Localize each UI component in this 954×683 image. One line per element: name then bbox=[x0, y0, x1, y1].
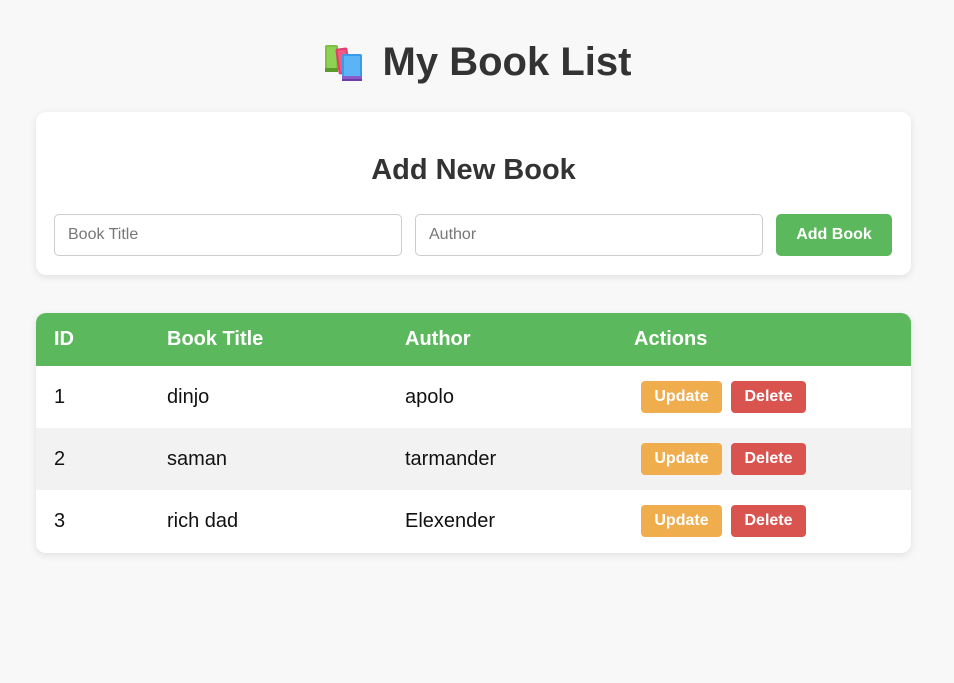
book-table: ID Book Title Author Actions 1 dinjo apo… bbox=[36, 313, 911, 552]
cell-actions: Update Delete bbox=[616, 366, 911, 428]
table-row: 1 dinjo apolo Update Delete bbox=[36, 366, 911, 428]
delete-button[interactable]: Delete bbox=[731, 381, 806, 413]
update-button[interactable]: Update bbox=[641, 381, 722, 413]
add-book-card: Add New Book Add Book bbox=[36, 112, 911, 275]
add-book-form: Add Book bbox=[54, 214, 892, 256]
cell-id: 2 bbox=[54, 447, 66, 470]
cell-title: rich dad bbox=[167, 509, 239, 532]
page-title: My Book List bbox=[382, 40, 632, 84]
update-button[interactable]: Update bbox=[641, 505, 722, 537]
table-row: 2 saman tarmander Update Delete bbox=[36, 428, 911, 490]
table-row: 3 rich dad Elexender Update Delete bbox=[36, 490, 911, 552]
delete-button[interactable]: Delete bbox=[731, 443, 806, 475]
books-icon bbox=[324, 45, 362, 81]
cell-author: apolo bbox=[405, 385, 454, 408]
add-book-heading: Add New Book bbox=[371, 154, 576, 186]
cell-id: 3 bbox=[54, 509, 66, 532]
add-book-button[interactable]: Add Book bbox=[776, 214, 892, 256]
column-header-actions: Actions bbox=[634, 328, 708, 350]
book-title-input[interactable] bbox=[54, 214, 402, 256]
delete-button[interactable]: Delete bbox=[731, 505, 806, 537]
cell-title: dinjo bbox=[167, 385, 210, 408]
author-input[interactable] bbox=[415, 214, 763, 256]
cell-actions: Update Delete bbox=[616, 490, 911, 552]
cell-author: tarmander bbox=[405, 447, 497, 470]
column-header-id: ID bbox=[54, 328, 74, 350]
table-header-row: ID Book Title Author Actions bbox=[36, 313, 911, 366]
column-header-author: Author bbox=[405, 328, 471, 350]
cell-actions: Update Delete bbox=[616, 428, 911, 490]
cell-id: 1 bbox=[54, 385, 66, 408]
update-button[interactable]: Update bbox=[641, 443, 722, 475]
page-header: My Book List bbox=[0, 38, 954, 86]
column-header-title: Book Title bbox=[167, 328, 264, 350]
book-table-card: ID Book Title Author Actions 1 dinjo apo… bbox=[36, 313, 911, 553]
cell-title: saman bbox=[167, 447, 228, 470]
cell-author: Elexender bbox=[405, 509, 496, 532]
